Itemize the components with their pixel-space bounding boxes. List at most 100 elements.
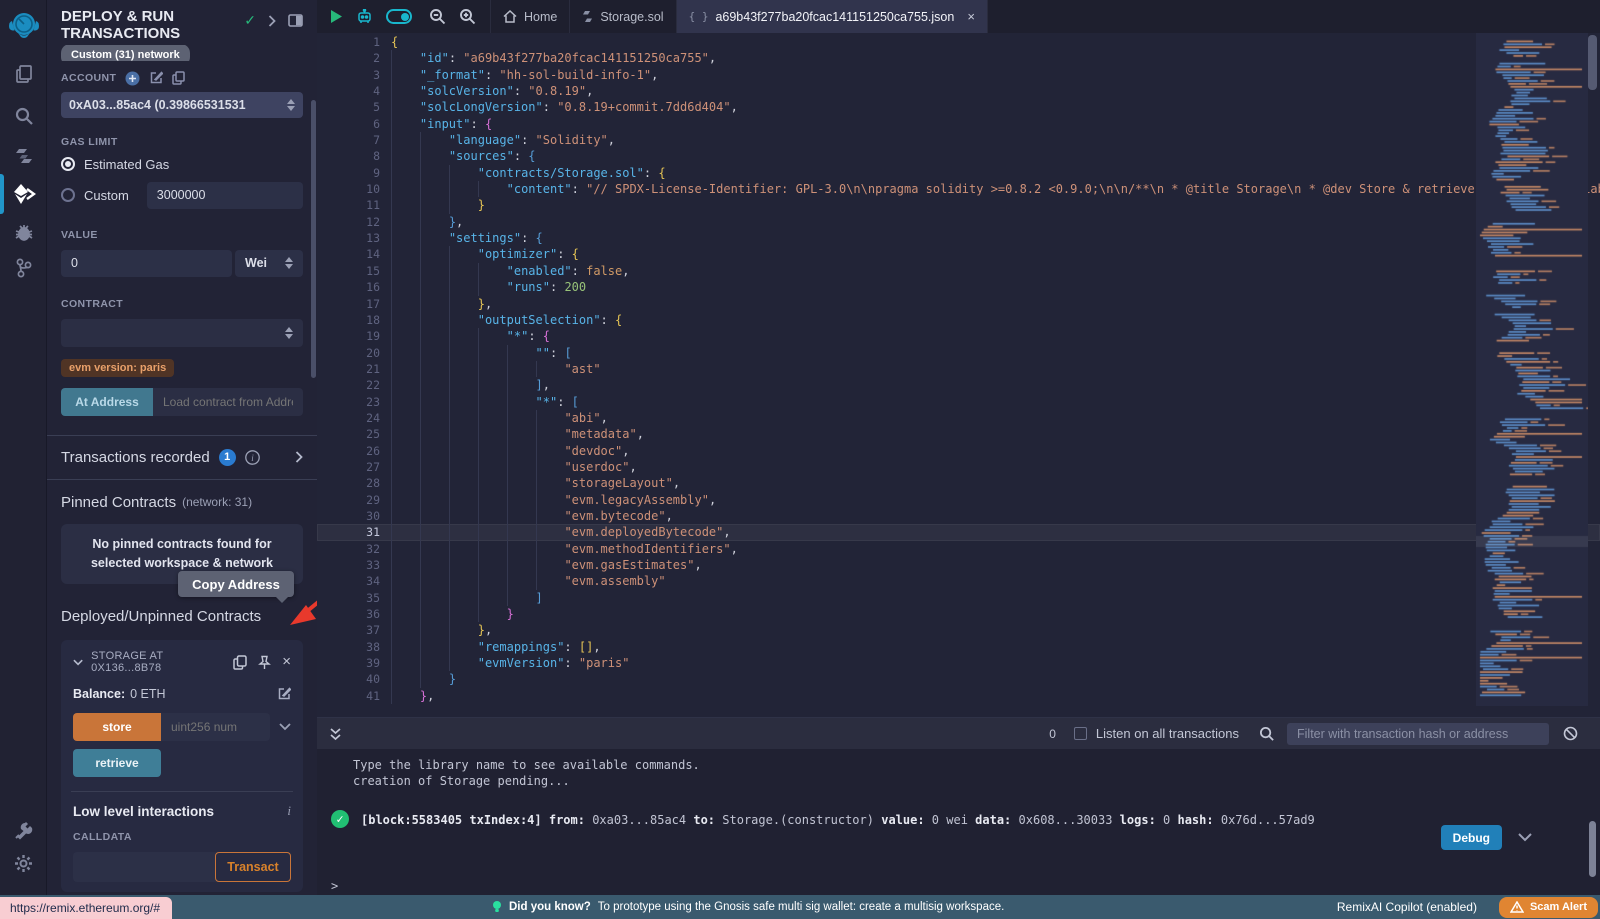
value-input[interactable]: 0 <box>61 250 232 277</box>
ai-assistant-robot-icon[interactable] <box>356 9 373 25</box>
code-line[interactable]: 21 "ast" <box>317 361 1600 377</box>
code-line[interactable]: 34 "evm.assembly" <box>317 573 1600 589</box>
code-line[interactable]: 17 }, <box>317 296 1600 312</box>
code-line[interactable]: 33 "evm.gasEstimates", <box>317 557 1600 573</box>
listen-all-checkbox[interactable] <box>1074 727 1087 740</box>
code-line[interactable]: 20 "": [ <box>317 345 1600 361</box>
code-line[interactable]: 36 } <box>317 606 1600 622</box>
code-line[interactable]: 32 "evm.methodIdentifiers", <box>317 541 1600 557</box>
panel-scrollbar[interactable] <box>311 100 316 378</box>
code-line[interactable]: 18 "outputSelection": { <box>317 312 1600 328</box>
terminal-filter-input[interactable] <box>1287 723 1549 745</box>
custom-gas-option[interactable]: Custom <box>84 188 129 203</box>
account-stepper[interactable] <box>281 99 295 111</box>
code-line[interactable]: 1{ <box>317 34 1600 50</box>
plugin-manager-icon[interactable] <box>0 812 47 848</box>
code-line[interactable]: 24 "abi", <box>317 410 1600 426</box>
code-line[interactable]: 8 "sources": { <box>317 148 1600 164</box>
code-line[interactable]: 12 }, <box>317 214 1600 230</box>
settings-gear-icon[interactable] <box>0 845 47 881</box>
debug-button[interactable]: Debug <box>1441 825 1502 850</box>
scam-alert-button[interactable]: Scam Alert <box>1499 897 1598 918</box>
edit-account-icon[interactable] <box>149 71 163 85</box>
terminal-scrollbar[interactable] <box>1589 821 1596 877</box>
copy-account-icon[interactable] <box>172 71 185 85</box>
code-line[interactable]: 19 "*": { <box>317 328 1600 344</box>
transact-button[interactable]: Transact <box>215 852 291 882</box>
add-account-icon[interactable] <box>125 71 140 86</box>
estimated-gas-option[interactable]: Estimated Gas <box>84 157 169 172</box>
value-unit-select[interactable]: Wei <box>235 250 303 277</box>
code-line[interactable]: 2 "id": "a69b43f277ba20fcac141151250ca75… <box>317 50 1600 66</box>
pin-instance-icon[interactable] <box>258 655 271 670</box>
clear-console-icon[interactable] <box>1563 726 1578 741</box>
info-icon[interactable]: i <box>245 450 260 465</box>
code-line[interactable]: 5 "solcLongVersion": "0.8.19+commit.7dd6… <box>317 99 1600 115</box>
code-line[interactable]: 31 "evm.deployedBytecode", <box>317 524 1600 540</box>
zoom-in-icon[interactable] <box>459 8 476 25</box>
code-line[interactable]: 27 "userdoc", <box>317 459 1600 475</box>
code-line[interactable]: 39 "evmVersion": "paris" <box>317 655 1600 671</box>
solidity-compiler-icon[interactable] <box>0 138 47 174</box>
file-explorer-icon[interactable] <box>0 56 47 92</box>
code-line[interactable]: 29 "evm.legacyAssembly", <box>317 492 1600 508</box>
account-select[interactable]: 0xA03...85ac4 (0.39866531531 <box>61 92 303 118</box>
low-level-info-icon[interactable]: i <box>287 803 291 819</box>
close-tab-icon[interactable]: × <box>967 9 975 24</box>
chevron-right-icon[interactable] <box>268 15 276 27</box>
code-line[interactable]: 35 ] <box>317 590 1600 606</box>
code-line[interactable]: 38 "remappings": [], <box>317 639 1600 655</box>
edit-balance-icon[interactable] <box>277 687 291 701</box>
copilot-status[interactable]: RemixAI Copilot (enabled) <box>1337 900 1477 914</box>
code-line[interactable]: 13 "settings": { <box>317 230 1600 246</box>
transactions-recorded-row[interactable]: Transactions recorded 1 i <box>47 436 317 479</box>
retrieve-button[interactable]: retrieve <box>73 749 161 777</box>
code-line[interactable]: 16 "runs": 200 <box>317 279 1600 295</box>
custom-gas-radio[interactable] <box>61 188 75 202</box>
at-address-input[interactable] <box>153 388 303 416</box>
git-icon[interactable] <box>0 250 47 286</box>
deploy-and-run-icon[interactable] <box>0 176 47 212</box>
terminal-prompt[interactable]: > <box>331 879 338 893</box>
code-line[interactable]: 3 "_format": "hh-sol-build-info-1", <box>317 67 1600 83</box>
remove-instance-icon[interactable]: × <box>282 657 291 667</box>
code-line[interactable]: 25 "metadata", <box>317 426 1600 442</box>
estimated-gas-radio[interactable] <box>61 157 75 171</box>
code-line[interactable]: 11 } <box>317 197 1600 213</box>
store-arg-input[interactable] <box>161 713 270 741</box>
code-line[interactable]: 37 }, <box>317 622 1600 638</box>
search-icon[interactable] <box>0 98 47 134</box>
editor-scrollbar[interactable] <box>1588 35 1597 90</box>
code-line[interactable]: 15 "enabled": false, <box>317 263 1600 279</box>
pin-panel-icon[interactable] <box>288 14 303 27</box>
transaction-log-row[interactable]: ✓ [block:5583405 txIndex:4] from: 0xa03.… <box>331 810 1600 829</box>
at-address-button[interactable]: At Address <box>61 388 153 416</box>
code-line[interactable]: 28 "storageLayout", <box>317 475 1600 491</box>
code-line[interactable]: 30 "evm.bytecode", <box>317 508 1600 524</box>
store-button[interactable]: store <box>73 713 161 741</box>
code-line[interactable]: 10 "content": "// SPDX-License-Identifie… <box>317 181 1600 197</box>
expand-store-icon[interactable] <box>279 723 291 731</box>
collapse-instance-icon[interactable] <box>73 659 83 666</box>
code-line[interactable]: 14 "optimizer": { <box>317 246 1600 262</box>
run-script-icon[interactable] <box>330 9 343 24</box>
custom-gas-input[interactable]: 3000000 <box>147 182 303 209</box>
copy-address-icon[interactable] <box>233 655 247 670</box>
tab-json-file[interactable]: { } a69b43f277ba20fcac141151250ca755.jso… <box>677 0 988 33</box>
code-line[interactable]: 26 "devdoc", <box>317 443 1600 459</box>
minimap[interactable] <box>1476 33 1588 706</box>
code-line[interactable]: 6 "input": { <box>317 116 1600 132</box>
code-line[interactable]: 4 "solcVersion": "0.8.19", <box>317 83 1600 99</box>
code-line[interactable]: 7 "language": "Solidity", <box>317 132 1600 148</box>
listen-all-label[interactable]: Listen on all transactions <box>1096 726 1239 741</box>
code-line[interactable]: 40 } <box>317 671 1600 687</box>
expand-transactions-icon[interactable] <box>295 451 303 463</box>
code-line[interactable]: 41 }, <box>317 688 1600 704</box>
tab-storage-sol[interactable]: Storage.sol <box>570 0 676 33</box>
zoom-out-icon[interactable] <box>429 8 446 25</box>
expand-terminal-icon[interactable] <box>329 727 342 741</box>
remix-logo-icon[interactable] <box>0 6 47 46</box>
tab-home[interactable]: Home <box>490 0 570 33</box>
code-line[interactable]: 22 ], <box>317 377 1600 393</box>
code-line[interactable]: 23 "*": [ <box>317 394 1600 410</box>
